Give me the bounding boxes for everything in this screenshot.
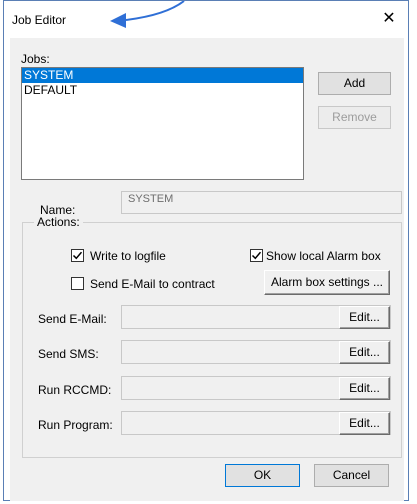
- list-item-default[interactable]: DEFAULT: [22, 83, 303, 98]
- write-logfile-label[interactable]: Write to logfile: [90, 249, 166, 263]
- run-program-edit-button[interactable]: Edit...: [339, 412, 390, 435]
- check-icon: [72, 251, 83, 260]
- alarm-box-settings-button[interactable]: Alarm box settings ...: [264, 270, 390, 295]
- send-email-edit-button[interactable]: Edit...: [339, 306, 390, 329]
- show-alarm-checkbox[interactable]: [250, 249, 263, 262]
- title-bar[interactable]: Job Editor ✕: [4, 1, 408, 37]
- send-email-label: Send E-Mail:: [38, 312, 107, 326]
- send-sms-label: Send SMS:: [38, 347, 99, 361]
- cancel-button[interactable]: Cancel: [314, 464, 389, 487]
- remove-button[interactable]: Remove: [318, 106, 391, 129]
- pointer-arrow-icon: [110, 1, 185, 28]
- list-item-system[interactable]: SYSTEM: [22, 68, 303, 83]
- run-program-label: Run Program:: [38, 418, 113, 432]
- window-title: Job Editor: [12, 13, 67, 27]
- actions-group-title: Actions:: [34, 215, 83, 229]
- write-logfile-checkbox[interactable]: [71, 249, 84, 262]
- name-field[interactable]: SYSTEM: [121, 191, 402, 214]
- show-alarm-label[interactable]: Show local Alarm box: [266, 249, 381, 263]
- send-email-contract-label[interactable]: Send E-Mail to contract: [90, 277, 215, 291]
- run-rccmd-edit-button[interactable]: Edit...: [339, 377, 390, 400]
- ok-button[interactable]: OK: [225, 464, 300, 487]
- add-button[interactable]: Add: [318, 72, 391, 95]
- check-icon: [251, 251, 262, 260]
- jobs-listbox[interactable]: SYSTEM DEFAULT: [21, 67, 304, 180]
- jobs-label: Jobs:: [21, 52, 50, 66]
- run-rccmd-label: Run RCCMD:: [38, 383, 112, 397]
- close-icon[interactable]: ✕: [378, 8, 400, 30]
- send-email-contract-checkbox[interactable]: [71, 277, 84, 290]
- send-sms-edit-button[interactable]: Edit...: [339, 341, 390, 364]
